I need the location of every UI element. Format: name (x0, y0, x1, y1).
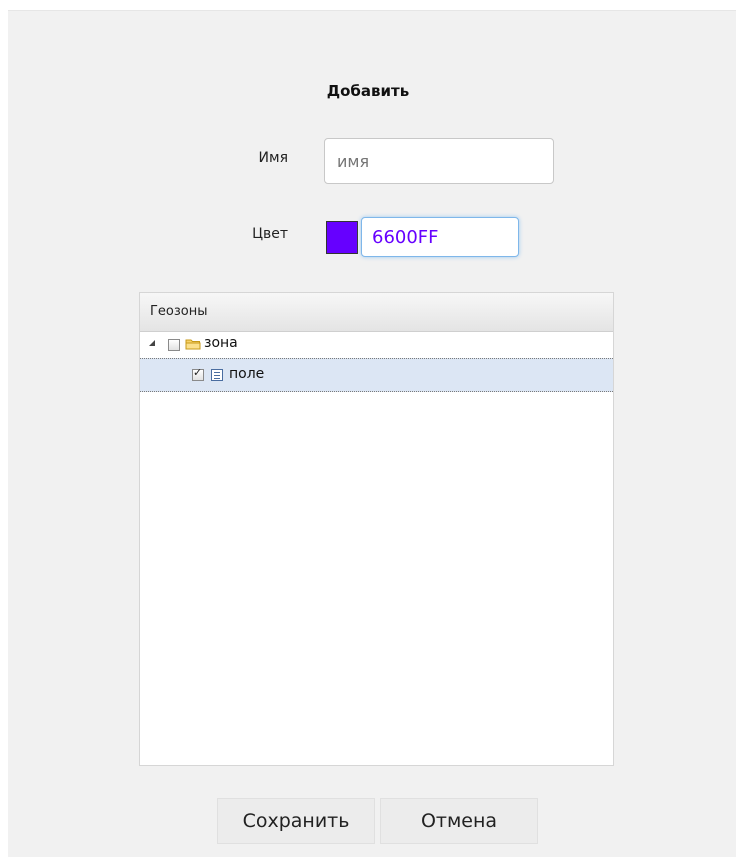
expand-triangle-icon[interactable] (149, 340, 155, 346)
cancel-button[interactable]: Отмена (380, 798, 538, 844)
tree-item-label[interactable]: поле (229, 366, 264, 382)
color-input[interactable] (361, 217, 519, 257)
geozone-item-icon (211, 369, 223, 381)
tree-header: Геозоны (140, 293, 613, 332)
color-swatch[interactable] (326, 221, 358, 254)
save-button[interactable]: Сохранить (217, 798, 375, 844)
tree-row-item[interactable]: поле (140, 358, 613, 392)
tree-row-folder[interactable]: зона (140, 332, 613, 358)
tree-item-checkbox[interactable] (192, 366, 204, 381)
geozones-tree: Геозоны зона поле (139, 292, 614, 766)
name-label: Имя (258, 150, 288, 166)
tree-folder-checkbox[interactable] (168, 339, 180, 351)
dialog-title: Добавить (326, 82, 410, 100)
tree-folder-label[interactable]: зона (204, 335, 238, 351)
folder-icon (185, 339, 201, 350)
color-label: Цвет (252, 226, 288, 242)
name-input[interactable] (324, 138, 554, 184)
